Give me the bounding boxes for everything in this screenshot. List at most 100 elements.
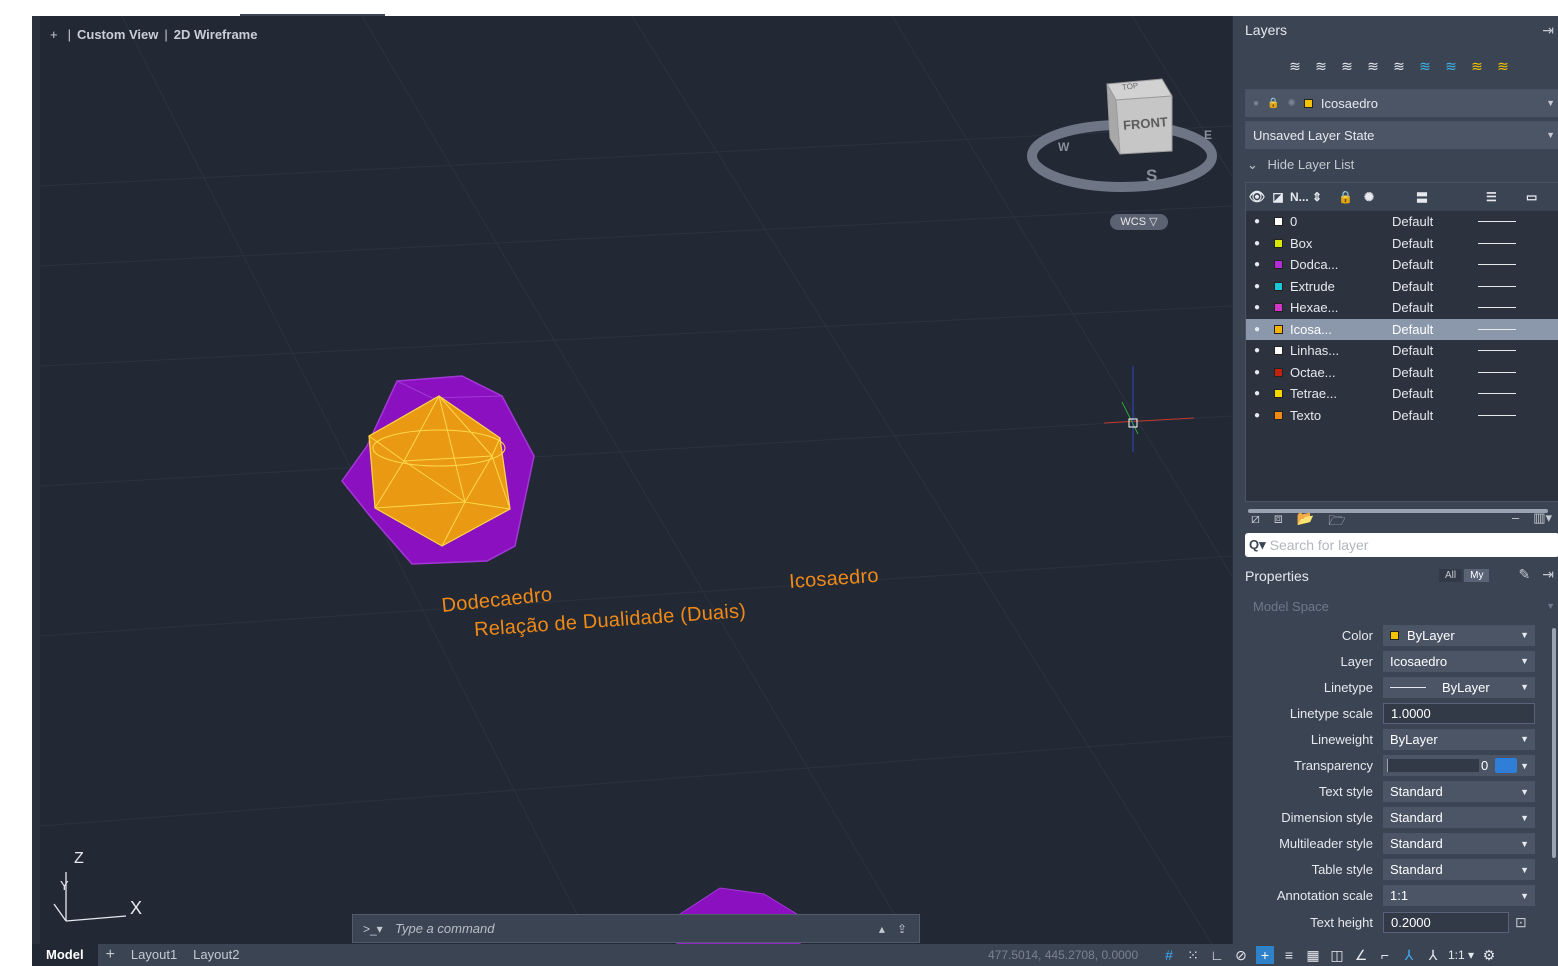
filter-folder-icon[interactable]: 🗁: [1328, 510, 1345, 534]
grid-icon[interactable]: #: [1160, 946, 1178, 964]
layer-row[interactable]: ● 0 Default: [1246, 211, 1558, 233]
snap-icon[interactable]: ⁙: [1184, 946, 1202, 964]
bulb-icon[interactable]: ●: [1246, 367, 1268, 378]
pick-point-icon[interactable]: ⊡: [1515, 914, 1527, 931]
multileader-style-dropdown[interactable]: Standard ▼: [1383, 833, 1535, 855]
tab-model[interactable]: Model: [32, 944, 98, 966]
wcs-menu[interactable]: WCS ▽: [1110, 214, 1168, 230]
color-dropdown[interactable]: ByLayer ▼: [1383, 624, 1535, 646]
osnap-track-icon[interactable]: ∠: [1352, 946, 1370, 964]
viewcube[interactable]: [1027, 78, 1217, 192]
layer-linetype[interactable]: Default: [1392, 365, 1478, 380]
layer-lineweight[interactable]: [1478, 414, 1528, 416]
layer-lineweight[interactable]: [1478, 307, 1528, 309]
command-line[interactable]: >_▾ ▴ ⇪: [352, 914, 920, 943]
lock-column-icon[interactable]: 🔒: [1338, 190, 1364, 204]
layer-lineweight[interactable]: [1478, 350, 1528, 352]
layer-linetype[interactable]: Default: [1392, 257, 1478, 272]
layer-row[interactable]: ● Icosa... Default: [1246, 318, 1558, 340]
layer-list[interactable]: 👁 ◪ N... ⇕ 🔒 ✺ 〓 ☰ ▭ ● 0 Default ● Box Defaul…: [1245, 182, 1558, 513]
layer-linetype[interactable]: Default: [1392, 322, 1478, 337]
bulb-icon[interactable]: ●: [1246, 281, 1268, 292]
lineweight-icon[interactable]: ≡: [1280, 946, 1298, 964]
layer-linetype[interactable]: Default: [1392, 386, 1478, 401]
layer-search-input[interactable]: [1269, 537, 1558, 553]
layer-color-cell[interactable]: [1268, 281, 1288, 291]
annotation-visibility-icon[interactable]: ⅄: [1400, 946, 1418, 964]
linetype-column-icon[interactable]: 〓: [1416, 189, 1486, 206]
expand-up-icon[interactable]: ▴: [879, 922, 885, 936]
layer-unlock-icon[interactable]: ≋: [1493, 56, 1513, 76]
text-style-dropdown[interactable]: Standard ▼: [1383, 781, 1535, 803]
transparency-slider[interactable]: 0 ▼: [1383, 755, 1535, 777]
columns-icon[interactable]: ▭: [1526, 190, 1537, 204]
annotation-scale-menu[interactable]: 1:1 ▾: [1448, 948, 1474, 962]
layer-row[interactable]: ● Box Default: [1246, 233, 1558, 255]
layer-off-icon[interactable]: ≋: [1441, 56, 1461, 76]
annotation-scale-dropdown[interactable]: 1:1 ▼: [1383, 885, 1535, 907]
bulb-icon[interactable]: ●: [1246, 238, 1268, 249]
dimension-style-dropdown[interactable]: Standard ▼: [1383, 807, 1535, 829]
view-menu[interactable]: Custom View: [77, 27, 158, 42]
layer-lock-icon[interactable]: ≋: [1467, 56, 1487, 76]
collapse-icon[interactable]: –: [1512, 510, 1519, 526]
bulb-icon[interactable]: ●: [1246, 410, 1268, 421]
viewport-scene[interactable]: [32, 16, 1232, 944]
layer-linetype[interactable]: Default: [1392, 214, 1478, 229]
layer-linetype[interactable]: Default: [1392, 300, 1478, 315]
ortho-icon[interactable]: ∟: [1208, 946, 1226, 964]
undock-icon[interactable]: ⇥: [1542, 22, 1554, 39]
new-layer-icon[interactable]: ⧄: [1251, 510, 1260, 534]
layer-isolate-icon[interactable]: ≋: [1363, 56, 1383, 76]
compass-east[interactable]: E: [1204, 128, 1212, 142]
layer-match-icon[interactable]: ≋: [1311, 56, 1331, 76]
quick-select-icon[interactable]: ✎: [1519, 566, 1531, 583]
viewport-menu-button[interactable]: +: [50, 27, 58, 42]
layer-row[interactable]: ● Tetrae... Default: [1246, 383, 1558, 405]
viewport-controls[interactable]: + | Custom View | 2D Wireframe: [50, 27, 257, 42]
table-style-dropdown[interactable]: Standard ▼: [1383, 859, 1535, 881]
layer-row[interactable]: ● Hexae... Default: [1246, 297, 1558, 319]
layer-linetype[interactable]: Default: [1392, 236, 1478, 251]
layer-unisolate-icon[interactable]: ≋: [1389, 56, 1409, 76]
layer-lineweight[interactable]: [1478, 393, 1528, 395]
hide-layer-list-toggle[interactable]: ⌄ Hide Layer List: [1247, 157, 1354, 173]
layer-state-dropdown[interactable]: Unsaved Layer State ▼: [1245, 121, 1558, 149]
layer-color-cell[interactable]: [1268, 367, 1288, 377]
linetype-scale-field[interactable]: 1.0000: [1383, 702, 1535, 724]
layer-dropdown[interactable]: Icosaedro ▼: [1383, 650, 1535, 672]
layer-color-cell[interactable]: [1268, 410, 1288, 420]
lineweight-dropdown[interactable]: ByLayer ▼: [1383, 728, 1535, 750]
filter-my-button[interactable]: My: [1464, 569, 1490, 582]
lineweight-column-icon[interactable]: ☰: [1486, 190, 1526, 204]
layer-lineweight[interactable]: [1478, 242, 1528, 244]
share-icon[interactable]: ⇪: [897, 922, 907, 936]
coordinates-readout[interactable]: 477.5014, 445.2708, 0.0000: [988, 944, 1138, 966]
eye-icon[interactable]: 👁: [1246, 189, 1268, 205]
layer-color-cell[interactable]: [1268, 389, 1288, 399]
layer-color-cell[interactable]: [1268, 303, 1288, 313]
isodraft-icon[interactable]: +: [1256, 946, 1274, 964]
layer-color-cell[interactable]: [1268, 324, 1288, 334]
layer-color-cell[interactable]: [1268, 217, 1288, 227]
layer-properties-icon[interactable]: ≋: [1285, 56, 1305, 76]
layer-row[interactable]: ● Octae... Default: [1246, 362, 1558, 384]
color-column-icon[interactable]: ◪: [1268, 190, 1288, 204]
properties-vscrollbar[interactable]: [1552, 628, 1556, 858]
bulb-icon[interactable]: ●: [1246, 388, 1268, 399]
drawing-viewport[interactable]: + | Custom View | 2D Wireframe TOP FRONT…: [32, 16, 1232, 944]
layer-row[interactable]: ● Linhas... Default: [1246, 340, 1558, 362]
tab-layout2[interactable]: Layout2: [185, 944, 247, 966]
transparency-mode-icon[interactable]: [1495, 758, 1517, 774]
undock-icon[interactable]: ⇥: [1542, 566, 1554, 583]
layer-linetype[interactable]: Default: [1392, 343, 1478, 358]
filter-all-button[interactable]: All: [1439, 569, 1463, 582]
freeze-column-icon[interactable]: ✺: [1364, 190, 1416, 204]
selection-cycling-icon[interactable]: ◫: [1328, 946, 1346, 964]
layer-lineweight[interactable]: [1478, 371, 1528, 373]
layer-search[interactable]: Q▾: [1245, 533, 1558, 557]
layer-lineweight[interactable]: [1478, 285, 1528, 287]
properties-filter-toggle[interactable]: All My: [1439, 569, 1490, 582]
selection-context-dropdown[interactable]: Model Space ▼: [1245, 594, 1558, 618]
linetype-dropdown[interactable]: ByLayer ▼: [1383, 676, 1535, 698]
